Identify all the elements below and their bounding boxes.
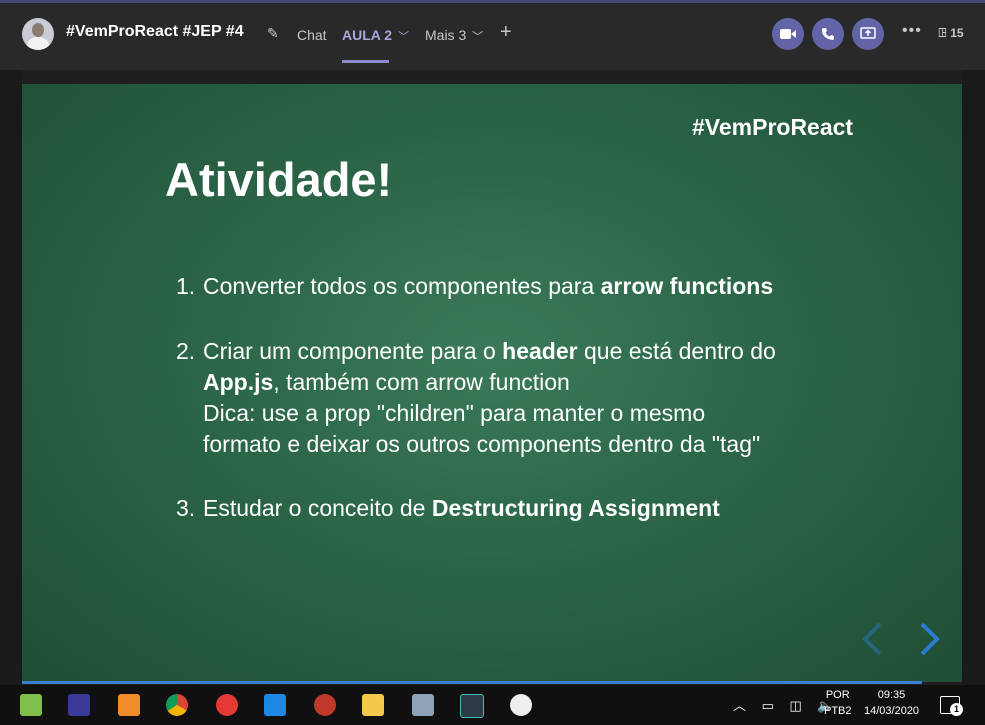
clock-date: 14/03/2020 bbox=[864, 705, 920, 717]
item-bold-text: header bbox=[502, 338, 578, 364]
item-number: 3. bbox=[176, 495, 196, 521]
vscode-icon[interactable] bbox=[264, 694, 286, 716]
tab-more-label: Mais 3 bbox=[425, 27, 467, 43]
item-number: 2. bbox=[176, 338, 196, 364]
item-hint-line: formato e deixar os outros components de… bbox=[203, 431, 761, 457]
list-item: 1. Converter todos os componentes para ar… bbox=[176, 271, 773, 302]
item-bold-text: arrow functions bbox=[600, 273, 774, 299]
item-text: Converter todos os componentes para bbox=[203, 273, 601, 299]
edit-pencil-icon[interactable]: ✎ bbox=[267, 25, 279, 42]
item-text: Criar um componente para o bbox=[203, 338, 503, 364]
clock[interactable]: 09:35 14/03/2020 bbox=[864, 689, 919, 717]
previous-slide-chevron-icon[interactable] bbox=[860, 622, 884, 666]
phone-icon bbox=[822, 28, 834, 40]
video-call-button[interactable] bbox=[772, 18, 804, 50]
participants-button[interactable]: ꖸ 15 bbox=[938, 26, 964, 41]
shared-slide: #VemProReact Atividade! 1. Converter todo… bbox=[22, 84, 962, 682]
active-tab-indicator bbox=[342, 60, 389, 63]
share-screen-button[interactable] bbox=[852, 18, 884, 50]
add-tab-plus-icon[interactable]: + bbox=[500, 21, 512, 44]
notification-badge: 1 bbox=[950, 703, 963, 716]
chevron-down-icon: ﹀ bbox=[397, 31, 409, 43]
keyboard-layout-label: PTB2 bbox=[824, 705, 852, 717]
chevron-down-icon: ﹀ bbox=[472, 31, 484, 43]
tab-aula-2[interactable]: AULA 2 ﹀ bbox=[342, 27, 409, 44]
slide-hashtag: #VemProReact bbox=[692, 114, 854, 140]
share-screen-icon bbox=[860, 27, 876, 39]
list-item: 2. Criar um componente para o header que … bbox=[176, 336, 776, 460]
meeting-header: #VemProReact #JEP #4 ✎ Chat AULA 2 ﹀ Mai… bbox=[0, 0, 985, 70]
audio-call-button[interactable] bbox=[812, 18, 844, 50]
language-indicator[interactable]: POR PTB2 bbox=[824, 689, 852, 717]
people-icon: ꖸ bbox=[938, 26, 947, 40]
clock-time: 09:35 bbox=[877, 689, 906, 701]
video-camera-icon bbox=[780, 29, 796, 39]
file-explorer-icon[interactable] bbox=[362, 694, 384, 716]
tab-aula-2-label: AULA 2 bbox=[342, 27, 393, 43]
channel-title: #VemProReact #JEP #4 bbox=[66, 23, 244, 40]
notepad-plus-icon[interactable] bbox=[20, 694, 42, 716]
participant-count: 15 bbox=[950, 26, 964, 40]
next-slide-chevron-icon[interactable] bbox=[918, 622, 942, 666]
tab-chat[interactable]: Chat bbox=[297, 27, 327, 43]
item-bold-text: Destructuring Assignment bbox=[431, 495, 720, 521]
header-accent-line bbox=[0, 0, 985, 3]
item-hint-line: Dica: use a prop "children" para manter … bbox=[203, 400, 706, 426]
item-number: 1. bbox=[176, 273, 196, 299]
more-options-icon[interactable]: ••• bbox=[902, 22, 922, 40]
item-text-rest: que está dentro do bbox=[577, 338, 776, 364]
left-margin bbox=[0, 70, 22, 685]
app-icon[interactable] bbox=[460, 694, 484, 718]
sublime-text-icon[interactable] bbox=[118, 694, 140, 716]
slide-progress-line bbox=[22, 681, 922, 684]
app-icon[interactable] bbox=[314, 694, 336, 716]
item-bold-text: App.js bbox=[203, 369, 274, 395]
item-text-rest: , também com arrow function bbox=[273, 369, 570, 395]
dx-icon[interactable] bbox=[216, 694, 238, 716]
language-label: POR bbox=[825, 689, 850, 701]
item-text: Estudar o conceito de bbox=[203, 495, 432, 521]
app-icon[interactable] bbox=[510, 694, 532, 716]
chrome-icon[interactable] bbox=[166, 694, 188, 716]
slide-title: Atividade! bbox=[165, 153, 393, 206]
avatar[interactable] bbox=[22, 18, 54, 50]
windows-taskbar: ︿ ▭ ◫ 🔈 POR PTB2 09:35 14/03/2020 1 bbox=[0, 685, 985, 725]
list-item: 3. Estudar o conceito de Destructuring As… bbox=[176, 493, 720, 524]
tab-more[interactable]: Mais 3 ﹀ bbox=[425, 27, 483, 44]
app-icon[interactable] bbox=[68, 694, 90, 716]
right-margin bbox=[962, 70, 985, 685]
app-icon[interactable] bbox=[412, 694, 434, 716]
